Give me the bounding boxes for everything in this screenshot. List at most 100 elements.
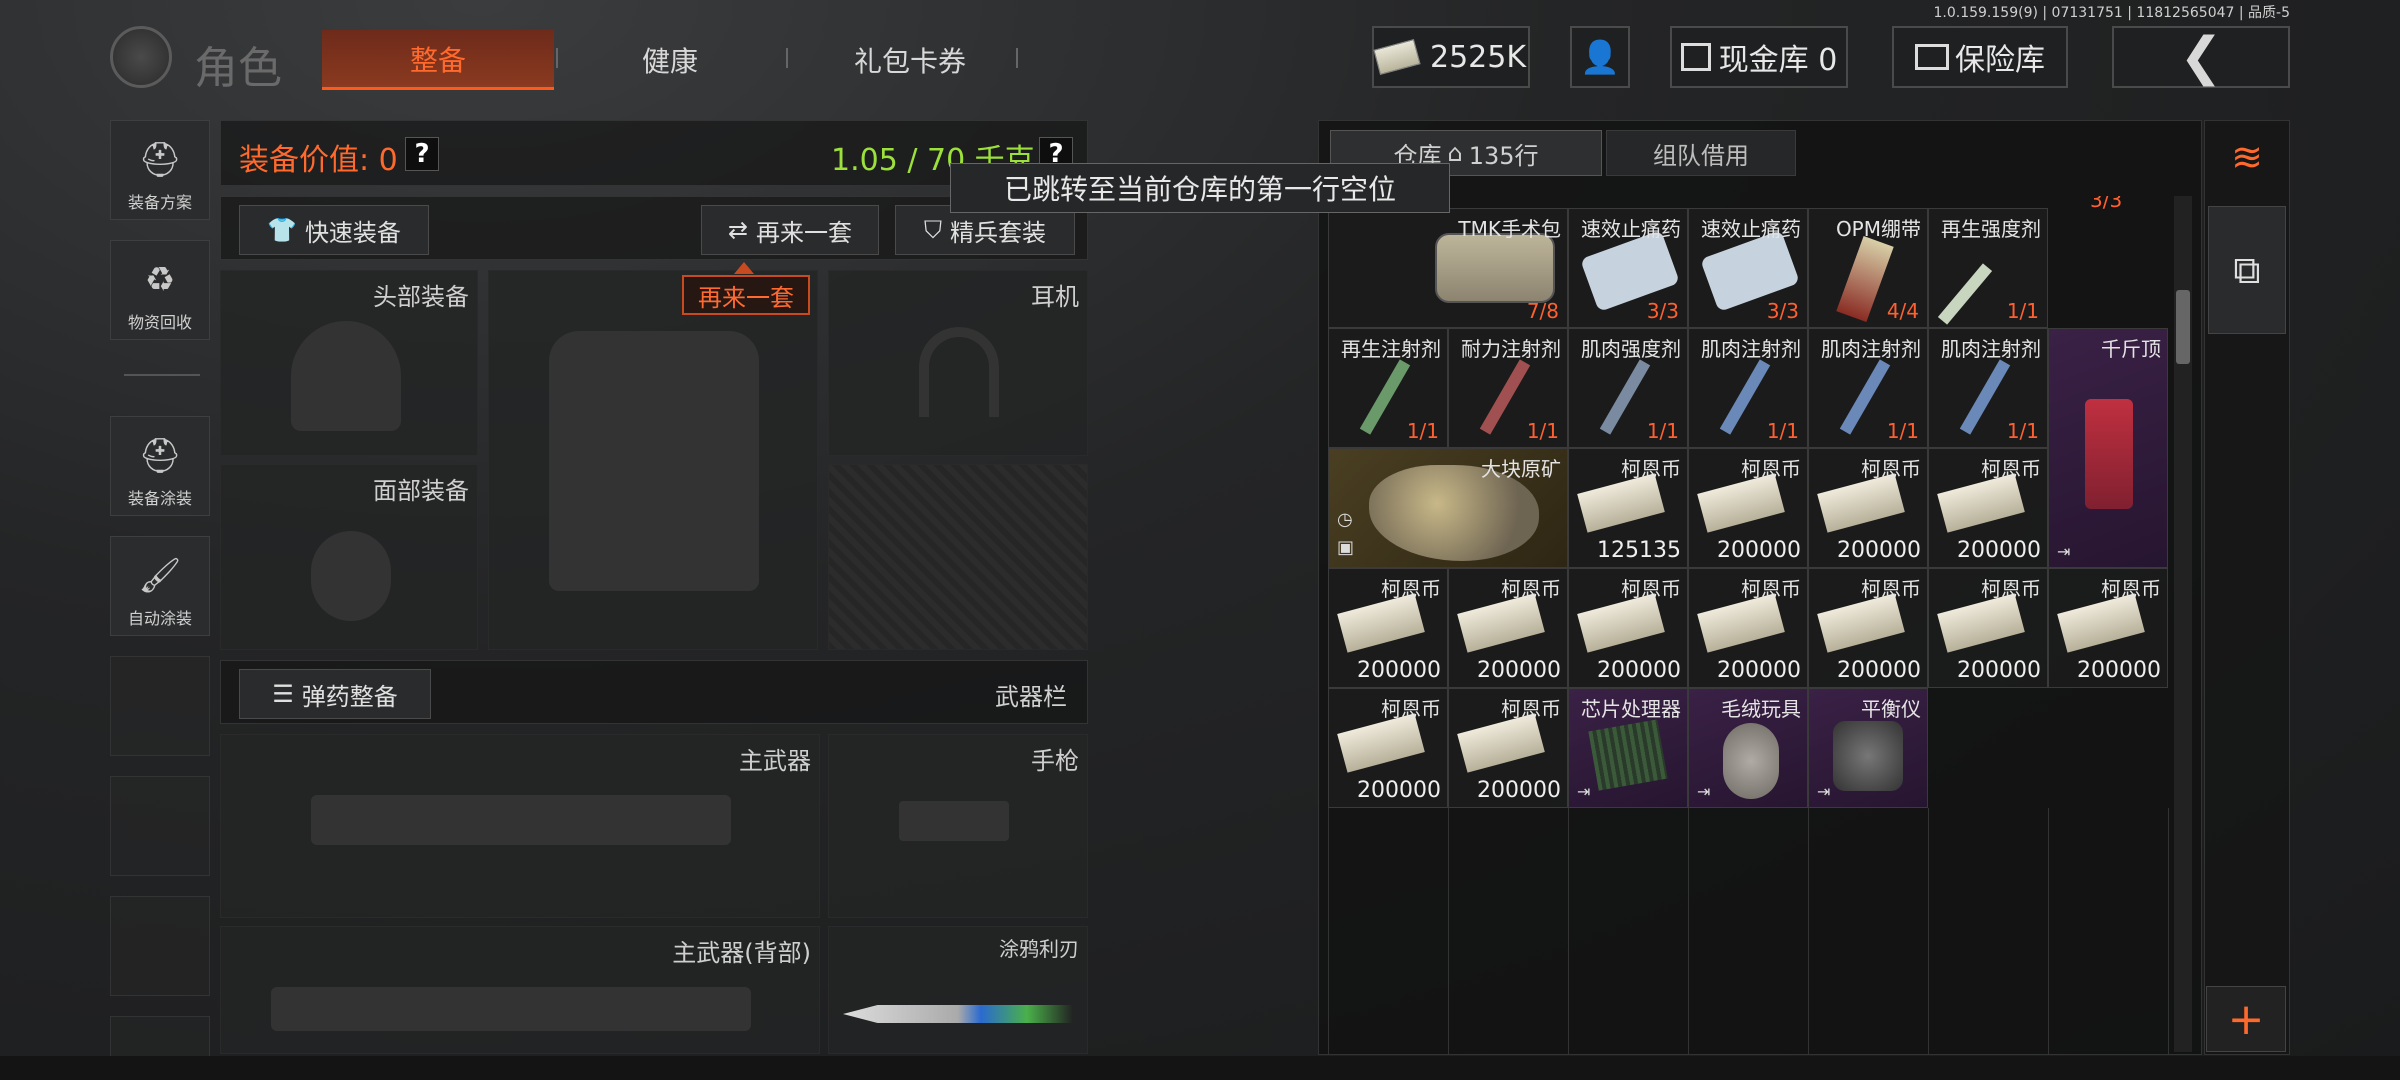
- scrollbar-thumb[interactable]: [2176, 290, 2190, 364]
- stack-layers-icon[interactable]: ⧉: [2208, 206, 2286, 334]
- item-regen-booster[interactable]: 再生强度剂 1/1: [1928, 208, 2048, 328]
- sort-layers-icon[interactable]: ≋: [2214, 126, 2280, 188]
- item-koen-coin[interactable]: 柯恩币 200000: [1448, 568, 1568, 688]
- page-title: 角色: [194, 43, 282, 94]
- plush-toy-icon: [1723, 723, 1779, 799]
- quick-equip-button[interactable]: 👕 快速装备: [239, 205, 429, 255]
- item-name: 再生强度剂: [1941, 217, 2041, 241]
- item-koen-coin[interactable]: 柯恩币 200000: [1568, 568, 1688, 688]
- item-count: 1/1: [1646, 419, 1679, 443]
- tab-maintenance[interactable]: 整备: [322, 30, 554, 90]
- tab-gift-vouchers[interactable]: 礼包卡券: [790, 30, 1030, 90]
- slot-label: 主武器(背部): [672, 939, 811, 967]
- sidebar-paint[interactable]: ⛑ 装备涂装: [110, 416, 210, 516]
- cash-vault-button[interactable]: 现金库 0: [1670, 26, 1848, 88]
- slot-face[interactable]: 面部装备: [220, 464, 478, 650]
- item-plush-toy[interactable]: 毛绒玩具 ⇥: [1688, 688, 1808, 808]
- sidebar-divider: [124, 374, 200, 376]
- tab-divider: [556, 48, 558, 68]
- item-muscle-booster[interactable]: 肌肉强度剂 1/1: [1568, 328, 1688, 448]
- warehouse-grid: TMK手术包 7/8 速效止痛药 3/3 速效止痛药 3/3 OPM绷带 4/4…: [1328, 196, 2170, 1054]
- item-muscle-injector[interactable]: 肌肉注射剂 1/1: [1808, 328, 1928, 448]
- slot-pistol[interactable]: 手枪: [828, 734, 1088, 918]
- banknote-icon: [1373, 39, 1421, 75]
- ammo-prep-button[interactable]: ☰ 弹药整备: [239, 669, 431, 719]
- slot-head[interactable]: 头部装备: [220, 270, 478, 456]
- sidebar-empty-slot: [110, 776, 210, 876]
- item-name: 耐力注射剂: [1461, 337, 1561, 361]
- slot-headset[interactable]: 耳机: [828, 270, 1088, 456]
- cash-stack-icon: [1937, 593, 2025, 653]
- item-jack[interactable]: 千斤顶 ⇥: [2048, 328, 2168, 568]
- item-stamina-injector[interactable]: 耐力注射剂 1/1: [1448, 328, 1568, 448]
- item-koen-coin[interactable]: 柯恩币 200000: [2048, 568, 2168, 688]
- game-screen: 1.0.159.159(9) | 07131751 | 11812565047 …: [0, 0, 2400, 1080]
- item-koen-coin[interactable]: 柯恩币 200000: [1928, 448, 2048, 568]
- item-opm-bandage[interactable]: OPM绷带 4/4: [1808, 208, 1928, 328]
- currency-display[interactable]: 2525K: [1372, 26, 1530, 88]
- cash-stack-icon: [1577, 473, 1665, 533]
- trader-button[interactable]: 👤: [1570, 26, 1630, 88]
- item-koen-coin[interactable]: 柯恩币 200000: [1688, 448, 1808, 568]
- item-tmk-surgical-kit[interactable]: TMK手术包 7/8: [1328, 208, 1568, 328]
- slot-label: 头部装备: [373, 283, 469, 311]
- item-name: 柯恩币: [1861, 577, 1921, 601]
- item-koen-coin[interactable]: 柯恩币 200000: [1688, 568, 1808, 688]
- tab-team-borrow[interactable]: 组队借用: [1606, 130, 1796, 176]
- cash-stack-icon: [1697, 593, 1785, 653]
- value-help-icon[interactable]: ?: [405, 137, 439, 171]
- safe-vault-button[interactable]: 保险库: [1892, 26, 2068, 88]
- item-name: 肌肉强度剂: [1581, 337, 1681, 361]
- slot-primary-back[interactable]: 主武器(背部): [220, 926, 820, 1054]
- armor-placeholder-icon: [549, 331, 759, 591]
- item-gyroscope[interactable]: 平衡仪 ⇥: [1808, 688, 1928, 808]
- item-amount: 200000: [1357, 778, 1441, 803]
- item-name: 再生注射剂: [1341, 337, 1441, 361]
- item-muscle-injector[interactable]: 肌肉注射剂 1/1: [1928, 328, 2048, 448]
- slot-melee[interactable]: 涂鸦利刃: [828, 926, 1088, 1054]
- item-name: 柯恩币: [1381, 697, 1441, 721]
- item-count: 1/1: [2006, 419, 2039, 443]
- slot-body-armor[interactable]: [488, 270, 818, 650]
- item-koen-coin[interactable]: 柯恩币 200000: [1328, 568, 1448, 688]
- item-koen-coin[interactable]: 柯恩币 200000: [1928, 568, 2048, 688]
- item-koen-coin[interactable]: 柯恩币 125135: [1568, 448, 1688, 568]
- item-muscle-injector[interactable]: 肌肉注射剂 1/1: [1688, 328, 1808, 448]
- item-chip-processor[interactable]: 芯片处理器 ⇥: [1568, 688, 1688, 808]
- item-name: 平衡仪: [1861, 697, 1921, 721]
- tab-health[interactable]: 健康: [560, 30, 780, 90]
- repeat-loadout-button[interactable]: ⇄ 再来一套: [701, 205, 879, 255]
- item-name: 肌肉注射剂: [1701, 337, 1801, 361]
- item-koen-coin[interactable]: 柯恩币 200000: [1808, 568, 1928, 688]
- sidebar-label: 自动涂装: [127, 609, 192, 628]
- back-button[interactable]: ❮: [2112, 26, 2290, 88]
- sidebar-recycle[interactable]: ♻ 物资回收: [110, 240, 210, 340]
- item-painkiller[interactable]: 速效止痛药 3/3: [1568, 208, 1688, 328]
- item-regen-injector[interactable]: 再生注射剂 1/1: [1328, 328, 1448, 448]
- sidebar-auto-paint[interactable]: 🖌 自动涂装: [110, 536, 210, 636]
- syringe-icon: [1839, 359, 1891, 435]
- item-koen-coin[interactable]: 柯恩币 200000: [1808, 448, 1928, 568]
- jack-icon: [2085, 399, 2133, 509]
- ammo-icon: ☰: [272, 680, 294, 708]
- exit-icon: ⇥: [1697, 782, 1711, 801]
- item-koen-coin[interactable]: 柯恩币 200000: [1328, 688, 1448, 808]
- quick-equip-label: 快速装备: [304, 218, 401, 247]
- warehouse-rows: 135行: [1468, 141, 1539, 170]
- trader-icon: 👤: [1580, 38, 1620, 76]
- item-koen-coin[interactable]: 柯恩币 200000: [1448, 688, 1568, 808]
- slot-locked: [828, 464, 1088, 650]
- ammo-prep-label: 弹药整备: [301, 682, 398, 711]
- add-icon[interactable]: +: [2206, 986, 2286, 1052]
- paint-helmet-icon: ⛑: [138, 436, 182, 476]
- cash-stack-icon: [1457, 713, 1545, 773]
- warehouse-scrollbar[interactable]: [2174, 196, 2192, 1052]
- sidebar-loadout[interactable]: ⛑ 装备方案: [110, 120, 210, 220]
- empty-grid-area: [1328, 808, 2170, 1054]
- jump-tooltip: 已跳转至当前仓库的第一行空位: [950, 163, 1450, 213]
- item-painkiller[interactable]: 速效止痛药 3/3: [1688, 208, 1808, 328]
- slot-primary-weapon[interactable]: 主武器: [220, 734, 820, 918]
- cash-stack-icon: [1697, 473, 1785, 533]
- exit-icon: ⇥: [1577, 782, 1591, 801]
- item-large-ore[interactable]: 大块原矿 ◷ ▣: [1328, 448, 1568, 568]
